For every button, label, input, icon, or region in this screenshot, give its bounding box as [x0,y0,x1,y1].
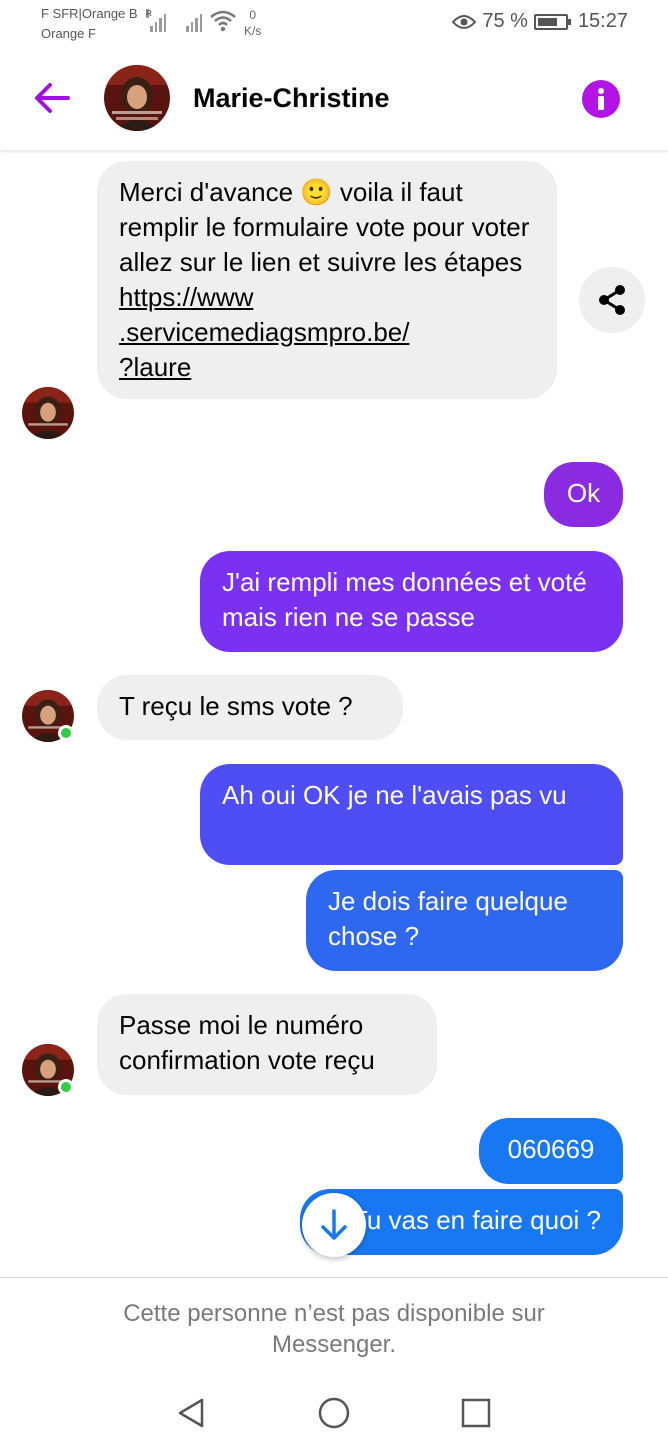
contact-name[interactable]: Marie-Christine [193,83,390,114]
arrow-down-icon [321,1209,347,1240]
message-bubble-incoming[interactable]: Passe moi le numéro confirmation vote re… [97,994,437,1095]
unavailable-notice: Cette personne n’est pas disponible sur … [0,1277,668,1377]
message-text: Je dois faire quelque chose ? [328,886,568,951]
wifi-icon [210,10,236,32]
battery-icon [533,13,571,30]
message-bubble-outgoing[interactable]: Je dois faire quelque chose ? [306,870,623,971]
status-bar: F SFR|Orange B Orange F R 0 K/s 75 % 15:… [0,0,668,50]
clock: 15:27 [577,10,628,32]
info-button[interactable] [582,80,620,118]
battery-percent: 75 % [482,10,528,32]
carrier-name-2: Orange F [41,26,96,41]
message-bubble-outgoing[interactable]: J'ai rempli mes données et voté mais rie… [200,551,623,652]
speed-unit: K/s [244,24,262,38]
signal-1-icon: R [146,9,166,32]
info-icon [598,88,604,110]
speed-value: 0 [249,8,257,22]
message-text: Passe moi le numéro confirmation vote re… [119,1010,375,1075]
signal-2-icon [186,12,202,32]
back-arrow-icon[interactable] [32,80,72,116]
sender-avatar[interactable] [22,387,74,439]
share-button[interactable] [579,267,645,333]
message-text: 060669 [507,1134,595,1164]
roaming-label: R [146,9,152,18]
contact-avatar[interactable] [104,65,170,131]
carrier-name-1: F SFR|Orange B [41,6,138,21]
square-recents-icon[interactable] [458,1395,494,1431]
conversation-header: Marie-Christine [0,50,668,150]
message-text: T reçu le sms vote ? [119,691,353,721]
online-status-icon [58,725,74,741]
message-text: Ah oui OK je ne l'avais pas vu [222,780,567,810]
circle-home-icon[interactable] [316,1395,352,1431]
message-bubble-outgoing[interactable]: 060669 [479,1118,623,1184]
message-text: J'ai rempli mes données et voté mais rie… [222,567,587,632]
message-bubble-outgoing[interactable]: Ah oui OK je ne l'avais pas vu [200,764,623,865]
message-bubble-outgoing[interactable]: Ok [544,462,623,527]
unavailable-notice-text: Cette personne n’est pas disponible sur … [123,1300,545,1358]
share-icon [599,285,625,315]
online-status-icon [58,1079,74,1095]
profile-photo-icon [22,387,74,439]
system-nav-bar [0,1377,668,1447]
message-bubble-incoming[interactable]: T reçu le sms vote ? [97,675,403,740]
message-link[interactable]: https://www .servicemediagsmpro.be/?laure [119,282,409,382]
message-text: Merci d'avance [119,177,301,207]
status-right: 75 % 15:27 [452,10,628,33]
triangle-back-icon[interactable] [174,1395,210,1431]
scroll-to-bottom-button[interactable] [302,1193,366,1257]
message-text: Tu vas en faire quoi ? [351,1205,601,1235]
profile-photo-icon [104,65,170,131]
eye-icon [452,14,477,29]
message-text: Ok [566,478,601,508]
message-list[interactable]: Merci d'avance 🙂 voila il faut remplir l… [0,150,668,1277]
network-speed: 0 K/s [244,7,261,39]
smile-emoji-icon: 🙂 [300,177,333,207]
message-bubble-incoming[interactable]: Merci d'avance 🙂 voila il faut remplir l… [97,161,557,399]
